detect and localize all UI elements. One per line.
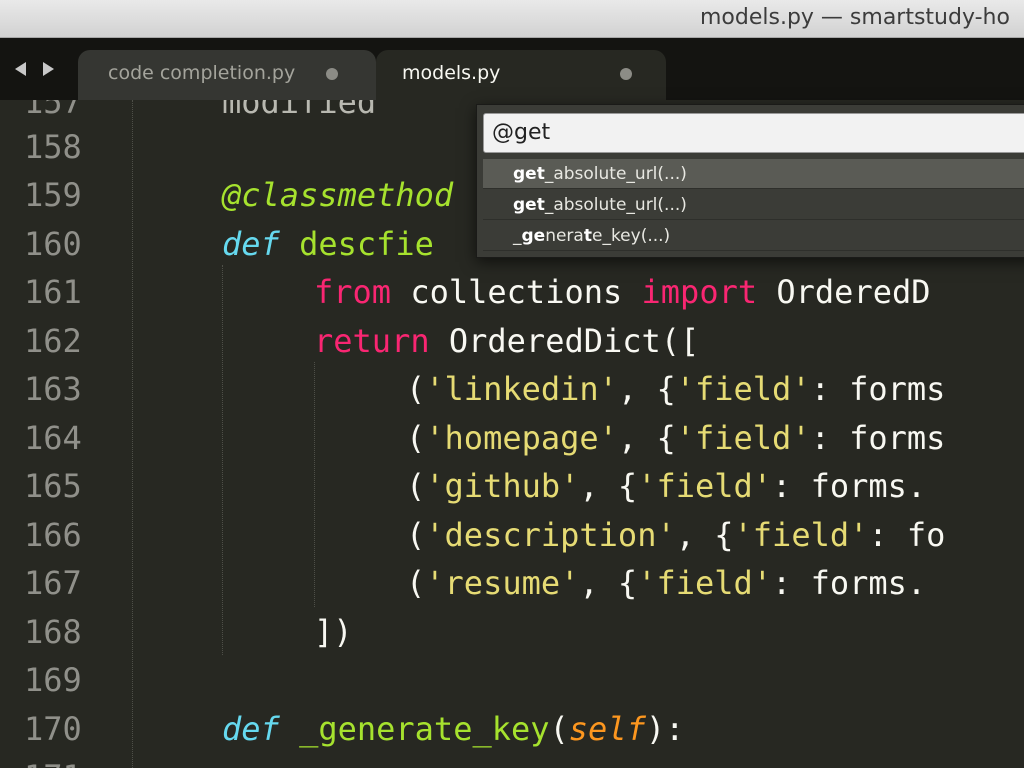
string-token: 'github': [425, 467, 580, 505]
code-token: , {: [617, 370, 676, 408]
code-token: : forms: [810, 370, 946, 408]
keyword-token: import: [641, 273, 758, 311]
triangle-left-icon[interactable]: [15, 62, 26, 76]
code-line: ('description', {'field': fo: [406, 515, 945, 555]
line-number: 159: [24, 176, 82, 214]
match-highlight: t: [583, 226, 592, 246]
code-line: @classmethod: [222, 175, 453, 215]
line-number: 157: [24, 100, 82, 121]
item-label: e_key(...): [591, 226, 671, 246]
string-token: 'homepage': [425, 419, 618, 457]
code-token: : fo: [868, 516, 946, 554]
item-label: _: [513, 226, 522, 246]
code-line: modified: [222, 100, 376, 122]
line-number: 158: [24, 128, 82, 166]
string-token: 'field': [733, 516, 869, 554]
code-token: (: [406, 516, 426, 554]
line-number: 166: [24, 516, 82, 554]
keyword-token: return: [314, 322, 430, 360]
decorator-token: @classmethod: [222, 176, 454, 214]
code-token: (: [406, 419, 426, 457]
match-highlight: ge: [521, 226, 546, 246]
code-token: (: [406, 467, 426, 505]
code-line: def descfie: [222, 224, 434, 264]
string-token: 'field': [675, 370, 811, 408]
autocomplete-popup: @get get_absolute_url(...) get_absolute_…: [476, 104, 1024, 258]
line-number: 167: [24, 564, 82, 602]
keyword-token: def: [222, 710, 280, 748]
line-number: 163: [24, 370, 82, 408]
code-token: : forms.: [772, 467, 927, 505]
code-line: return OrderedDict([: [314, 321, 699, 361]
code-token: modified: [222, 100, 377, 121]
code-line: ('linkedin', {'field': forms: [406, 369, 945, 409]
function-name-token: _generate_key: [299, 710, 550, 748]
code-line: ('resume', {'field': forms.: [406, 563, 926, 603]
code-line: ('homepage', {'field': forms: [406, 418, 945, 458]
item-label: nera: [545, 226, 584, 246]
code-token: : forms.: [772, 564, 927, 602]
module-token: collections: [410, 273, 623, 311]
tab-code-completion[interactable]: code completion.py: [78, 50, 376, 100]
code-token: OrderedDict([: [448, 322, 700, 360]
item-label: _absolute_url(...): [544, 195, 687, 215]
match-highlight: get: [513, 164, 545, 184]
dot-icon[interactable]: [620, 68, 632, 80]
code-token: ):: [645, 710, 685, 748]
line-number: 161: [24, 273, 82, 311]
keyword-token: def: [222, 225, 280, 263]
code-token: : forms: [810, 419, 946, 457]
function-name-token: descfie: [299, 225, 434, 263]
tab-label: code completion.py: [108, 62, 296, 84]
string-token: 'description': [425, 516, 676, 554]
code-token: (: [406, 370, 426, 408]
string-token: 'field': [675, 419, 811, 457]
string-token: 'field': [637, 467, 773, 505]
code-token: (: [406, 564, 426, 602]
indent-guide: [314, 362, 315, 607]
code-line: def _generate_key(self):: [222, 709, 684, 749]
line-number: 165: [24, 467, 82, 505]
parameter-token: self: [568, 710, 646, 748]
keyword-token: from: [314, 273, 392, 311]
line-number: 162: [24, 322, 82, 360]
string-token: 'linkedin': [425, 370, 618, 408]
triangle-right-icon[interactable]: [43, 62, 54, 76]
autocomplete-item[interactable]: _generate_key(...): [483, 221, 1024, 251]
autocomplete-item[interactable]: get_absolute_url(...): [483, 159, 1024, 189]
dot-icon[interactable]: [326, 68, 338, 80]
autocomplete-item[interactable]: get_absolute_url(...): [483, 190, 1024, 220]
indent-guide: [222, 265, 223, 655]
line-number: 169: [24, 661, 82, 699]
window-titlebar[interactable]: models.py — smartstudy-ho: [0, 0, 1024, 38]
line-number: 160: [24, 225, 82, 263]
line-number: 171: [24, 757, 104, 768]
indent-guide: [132, 100, 133, 768]
tab-models[interactable]: models.py: [376, 50, 666, 100]
tab-label: models.py: [402, 62, 501, 84]
tab-bar: code completion.py models.py: [0, 38, 1024, 100]
line-number: 170: [24, 710, 82, 748]
line-number: 164: [24, 419, 82, 457]
name-token: OrderedD: [776, 273, 931, 311]
string-token: 'field': [637, 564, 773, 602]
string-token: 'resume': [425, 564, 580, 602]
code-token: ]): [314, 613, 353, 651]
line-number: 168: [24, 613, 82, 651]
code-token: , {: [579, 467, 638, 505]
code-token: , {: [675, 516, 734, 554]
code-token: (: [549, 710, 569, 748]
code-line: from collections import OrderedD: [314, 272, 931, 312]
code-line: ('github', {'field': forms.: [406, 466, 926, 506]
item-label: _absolute_url(...): [544, 164, 687, 184]
goto-symbol-input[interactable]: @get: [483, 113, 1024, 153]
code-line: ]): [314, 612, 353, 652]
window-title: models.py — smartstudy-ho: [700, 5, 1010, 30]
code-token: , {: [617, 419, 676, 457]
match-highlight: get: [513, 195, 545, 215]
code-token: , {: [579, 564, 638, 602]
